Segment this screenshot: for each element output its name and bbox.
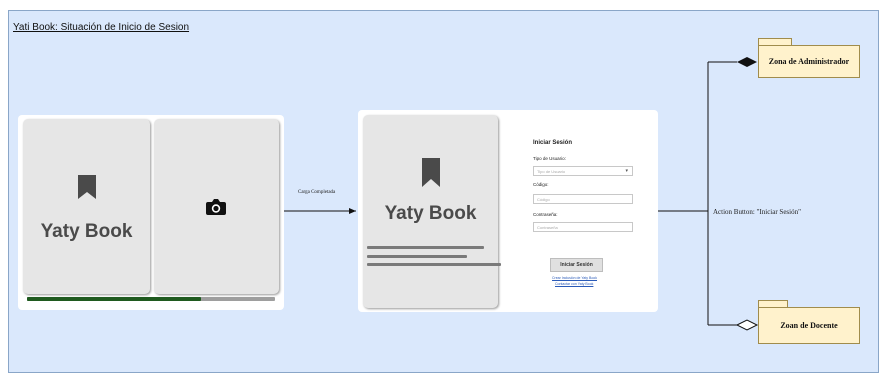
loading-progress-track	[27, 297, 275, 301]
splash-left-panel: Yaty Book	[23, 119, 150, 294]
teacher-package: Zoan de Docente	[758, 307, 860, 344]
login-button[interactable]: Iniciar Sesión	[550, 258, 603, 272]
splash-brand: Yaty Book	[40, 221, 133, 242]
splash-right-panel	[154, 119, 279, 294]
composition-diamond	[737, 57, 757, 67]
user-type-select[interactable]: Tipo de Usuario ▾	[533, 166, 633, 176]
decor-line-3	[367, 263, 501, 266]
login-screen: Yaty Book Iniciar Sesión Tipo de Usuario…	[358, 110, 658, 312]
code-input[interactable]: Código	[533, 194, 633, 204]
edge-label-action: Action Button: "Iniciar Sesión"	[713, 208, 801, 216]
decor-line-2	[367, 255, 467, 258]
splash-screen: Yaty Book	[18, 115, 284, 310]
bookmark-icon	[422, 158, 440, 187]
code-label: Código:	[533, 182, 549, 187]
code-placeholder: Código	[537, 197, 550, 202]
login-heading: Iniciar Sesión	[533, 140, 573, 146]
teacher-package-label: Zoan de Docente	[780, 321, 838, 330]
aggregation-diamond	[735, 319, 759, 331]
bookmark-icon	[78, 175, 96, 199]
chevron-down-icon: ▾	[625, 168, 628, 174]
user-type-label: Tipo de Usuario:	[533, 156, 566, 161]
camera-icon	[206, 199, 226, 215]
login-left-panel: Yaty Book	[363, 115, 501, 308]
password-input[interactable]: Contraseña	[533, 222, 633, 232]
admin-package-label: Zona de Administrador	[768, 57, 850, 66]
decor-line-1	[367, 246, 484, 249]
password-label: Contraseña:	[533, 212, 558, 217]
contact-link[interactable]: Contactar con Yaty Book	[555, 282, 593, 286]
user-type-placeholder: Tipo de Usuario	[537, 169, 566, 174]
login-brand: Yaty Book	[384, 203, 477, 224]
create-account-link[interactable]: Crear Inclusión de Yaty Book	[552, 276, 597, 280]
admin-package: Zona de Administrador	[758, 45, 860, 78]
password-placeholder: Contraseña	[537, 225, 558, 230]
edge-label-carga: Carga Completada	[298, 190, 336, 195]
loading-progress-fill	[27, 297, 201, 301]
